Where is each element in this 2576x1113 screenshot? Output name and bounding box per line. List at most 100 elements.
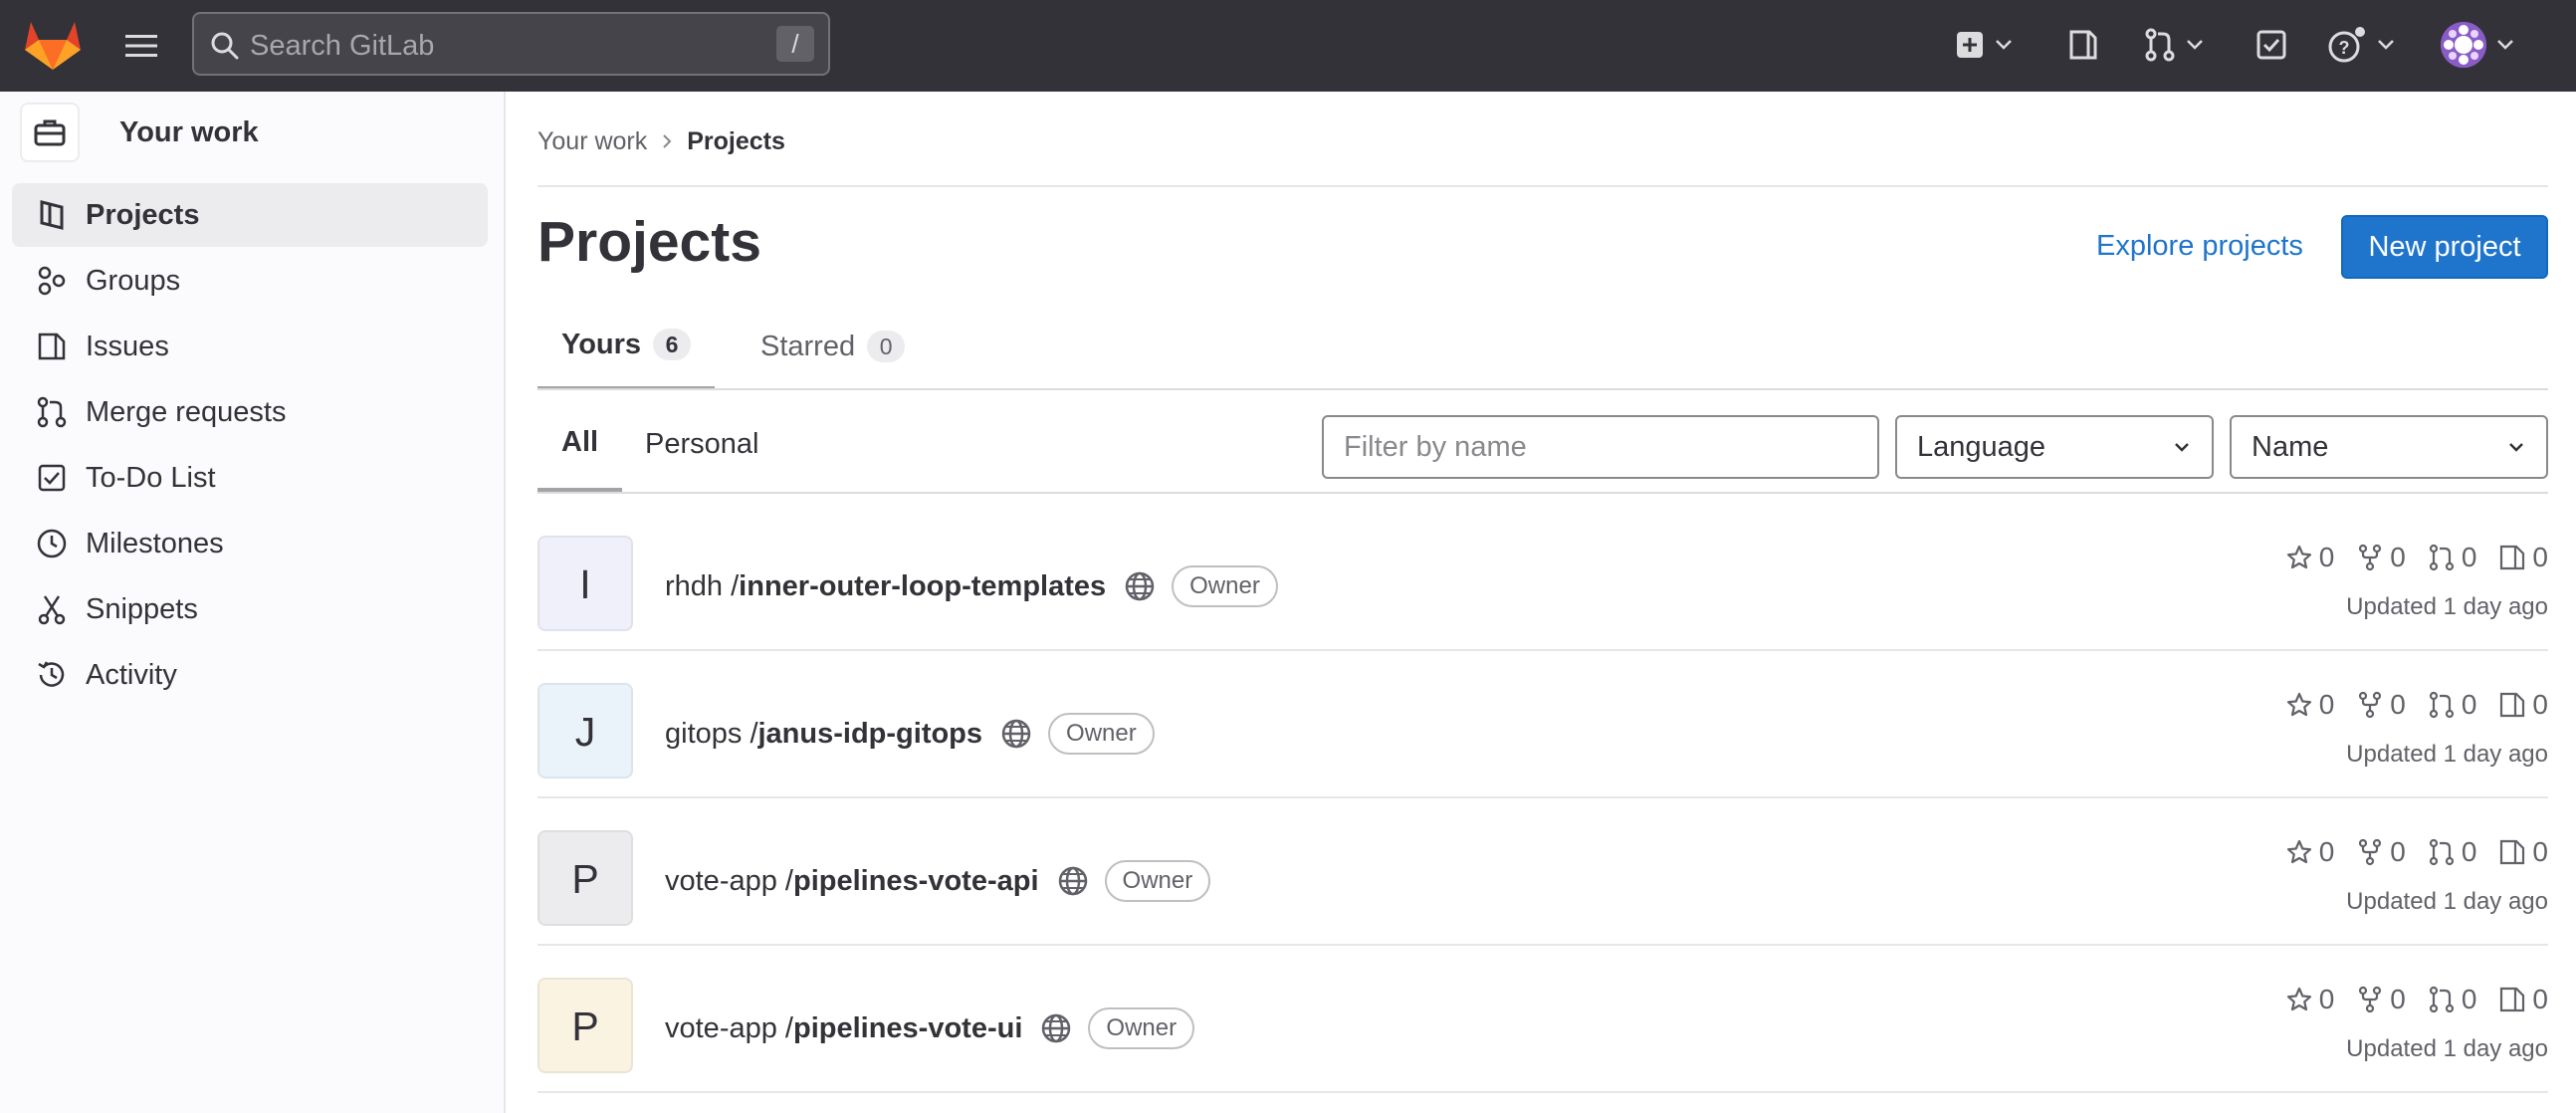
stat-value: 0 bbox=[2318, 984, 2335, 1014]
stat-value: 0 bbox=[2318, 836, 2335, 867]
todo-icon bbox=[34, 460, 70, 496]
role-badge: Owner bbox=[1172, 565, 1278, 607]
chevron-right-icon bbox=[661, 132, 673, 150]
gitlab-logo[interactable] bbox=[24, 18, 82, 72]
issues-icon[interactable] bbox=[2066, 22, 2100, 68]
forks-count[interactable]: 0 bbox=[2356, 542, 2406, 573]
stars-count[interactable]: 0 bbox=[2285, 689, 2334, 721]
chevron-down-icon bbox=[2377, 39, 2395, 51]
stars-count[interactable]: 0 bbox=[2285, 984, 2335, 1015]
tab-starred[interactable]: Starred 0 bbox=[741, 303, 925, 390]
project-namespace[interactable]: gitops / bbox=[665, 718, 758, 751]
merge-requests-count[interactable]: 0 bbox=[2428, 542, 2476, 573]
tab-label: Starred bbox=[760, 330, 856, 362]
sidebar-item-milestones[interactable]: Milestones bbox=[12, 512, 488, 575]
merge-requests-menu[interactable] bbox=[2144, 22, 2204, 68]
project-avatar[interactable]: P bbox=[537, 978, 633, 1073]
stat-value: 0 bbox=[2532, 689, 2548, 720]
stars-count[interactable]: 0 bbox=[2285, 542, 2335, 573]
sidebar-item-label: Groups bbox=[86, 264, 181, 297]
hamburger-icon[interactable] bbox=[117, 24, 165, 68]
globe-icon bbox=[1040, 1012, 1072, 1044]
sidebar-item-todo-list[interactable]: To-Do List bbox=[12, 446, 488, 510]
help-menu[interactable]: ? bbox=[2327, 22, 2395, 68]
project-title[interactable]: inner-outer-loop-templates bbox=[739, 570, 1106, 603]
merge-requests-count[interactable]: 0 bbox=[2428, 689, 2476, 721]
briefcase-icon bbox=[20, 103, 80, 162]
issues-count[interactable]: 0 bbox=[2498, 984, 2548, 1015]
issues-count[interactable]: 0 bbox=[2498, 689, 2548, 721]
create-new-menu[interactable] bbox=[1955, 22, 2013, 68]
tab-personal[interactable]: Personal bbox=[645, 396, 758, 492]
project-avatar[interactable]: I bbox=[537, 536, 633, 631]
sidebar-item-issues[interactable]: Issues bbox=[12, 315, 488, 378]
stat-value: 0 bbox=[2390, 836, 2406, 867]
sidebar-item-merge-requests[interactable]: Merge requests bbox=[12, 380, 488, 444]
issues-icon bbox=[2498, 544, 2526, 571]
project-name: vote-app / pipelines-vote-api Owner bbox=[665, 860, 1211, 902]
explore-projects-link[interactable]: Explore projects bbox=[2096, 215, 2303, 277]
issues-count[interactable]: 0 bbox=[2498, 836, 2548, 868]
project-title[interactable]: pipelines-vote-api bbox=[793, 865, 1039, 898]
breadcrumb-current[interactable]: Projects bbox=[687, 127, 785, 156]
svg-text:?: ? bbox=[2339, 38, 2350, 58]
project-stats: 0 0 0 0 bbox=[2285, 984, 2548, 1015]
count-badge: 0 bbox=[867, 331, 906, 362]
chevron-down-icon bbox=[2186, 39, 2204, 51]
project-name: vote-app / pipelines-vote-ui Owner bbox=[665, 1007, 1195, 1049]
project-avatar[interactable]: J bbox=[537, 683, 633, 779]
snippet-icon bbox=[34, 591, 70, 627]
project-title[interactable]: janus-idp-gitops bbox=[758, 718, 983, 751]
project-avatar[interactable]: P bbox=[537, 830, 633, 926]
project-namespace[interactable]: vote-app / bbox=[665, 1012, 793, 1045]
role-badge: Owner bbox=[1048, 713, 1155, 755]
merge-requests-count[interactable]: 0 bbox=[2428, 836, 2477, 868]
stat-value: 0 bbox=[2390, 984, 2406, 1014]
star-icon bbox=[2285, 544, 2313, 571]
fork-icon bbox=[2356, 986, 2384, 1013]
project-stats: 0 0 0 0 bbox=[2285, 542, 2548, 573]
context-switcher[interactable]: Your work bbox=[20, 102, 259, 163]
project-namespace[interactable]: rhdh / bbox=[665, 570, 739, 603]
sidebar-item-projects[interactable]: Projects bbox=[12, 183, 488, 247]
project-name: rhdh / inner-outer-loop-templates Owner bbox=[665, 565, 1278, 607]
search-box[interactable]: Search GitLab / bbox=[192, 12, 830, 76]
merge-request-icon bbox=[2428, 544, 2456, 571]
merge-request-icon bbox=[2144, 28, 2176, 62]
sidebar-item-groups[interactable]: Groups bbox=[12, 249, 488, 313]
issues-count[interactable]: 0 bbox=[2498, 542, 2548, 573]
help-icon: ? bbox=[2327, 26, 2367, 64]
todo-icon[interactable] bbox=[2255, 22, 2287, 68]
sidebar-item-label: Activity bbox=[86, 658, 177, 691]
forks-count[interactable]: 0 bbox=[2356, 836, 2406, 868]
tab-all[interactable]: All bbox=[537, 396, 623, 492]
sidebar-item-label: To-Do List bbox=[86, 461, 216, 494]
new-project-button[interactable]: New project bbox=[2341, 215, 2548, 279]
sidebar-item-snippets[interactable]: Snippets bbox=[12, 577, 488, 641]
globe-icon bbox=[1124, 570, 1156, 602]
context-label: Your work bbox=[119, 115, 259, 148]
breadcrumb-item[interactable]: Your work bbox=[537, 127, 647, 156]
stat-value: 0 bbox=[2318, 542, 2335, 572]
merge-requests-count[interactable]: 0 bbox=[2428, 984, 2476, 1015]
sidebar-item-activity[interactable]: Activity bbox=[12, 643, 488, 707]
project-namespace[interactable]: vote-app / bbox=[665, 865, 793, 898]
stat-value: 0 bbox=[2461, 836, 2477, 867]
project-title[interactable]: pipelines-vote-ui bbox=[793, 1012, 1022, 1045]
globe-icon bbox=[1057, 865, 1089, 897]
forks-count[interactable]: 0 bbox=[2356, 689, 2406, 721]
issues-icon bbox=[34, 329, 70, 364]
user-avatar bbox=[2441, 22, 2486, 68]
project-icon bbox=[34, 197, 70, 233]
fork-icon bbox=[2356, 838, 2384, 866]
user-menu[interactable] bbox=[2441, 22, 2514, 68]
project-row: P vote-app / pipelines-vote-ui Owner 0 0 bbox=[537, 948, 2548, 1093]
fork-icon bbox=[2356, 544, 2384, 571]
forks-count[interactable]: 0 bbox=[2356, 984, 2406, 1015]
divider bbox=[537, 185, 2548, 187]
page-title: Projects bbox=[537, 210, 761, 274]
fork-icon bbox=[2356, 691, 2384, 719]
tab-yours[interactable]: Yours 6 bbox=[537, 303, 716, 390]
stars-count[interactable]: 0 bbox=[2285, 836, 2335, 868]
history-icon bbox=[34, 657, 70, 693]
